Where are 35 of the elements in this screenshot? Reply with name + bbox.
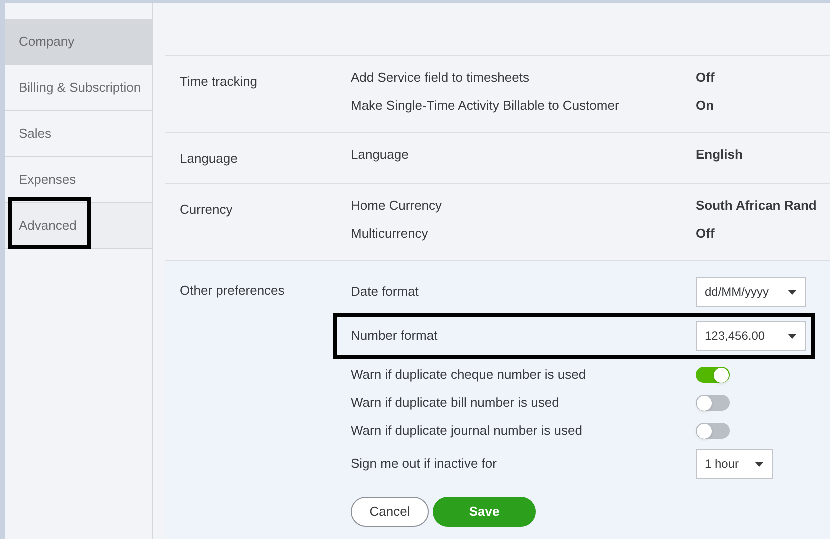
section-title: Other preferences (180, 283, 285, 298)
sidebar-item[interactable]: Billing & Subscription (5, 65, 152, 111)
section-title: Language (180, 151, 238, 166)
setting-label: Number format (351, 328, 438, 343)
setting-label: Language (351, 147, 409, 162)
toggle-switch[interactable] (696, 423, 730, 439)
setting-label: Warn if duplicate journal number is used (351, 423, 582, 438)
toggle-switch[interactable] (696, 367, 730, 383)
save-button[interactable]: Save (433, 497, 536, 527)
sidebar-item[interactable]: Company (5, 19, 152, 65)
setting-label: Warn if duplicate bill number is used (351, 395, 560, 410)
setting-label: Sign me out if inactive for (351, 456, 497, 471)
cancel-button[interactable]: Cancel (351, 497, 429, 527)
setting-label: Make Single-Time Activity Billable to Customer (351, 98, 620, 113)
setting-value: Off (696, 69, 715, 88)
dropdown[interactable]: 1 hour (696, 449, 773, 479)
setting-label: Add Service field to timesheets (351, 70, 530, 85)
caret-icon (788, 334, 797, 338)
setting-label: Multicurrency (351, 226, 428, 241)
setting-label: Warn if duplicate cheque number is used (351, 367, 586, 382)
setting-value: Off (696, 225, 715, 244)
section-title: Time tracking (180, 74, 258, 89)
sidebar-item[interactable]: Advanced (5, 203, 152, 249)
section-title: Currency (180, 202, 233, 217)
toggle-switch[interactable] (696, 395, 730, 411)
setting-label: Home Currency (351, 198, 442, 213)
caret-icon (788, 290, 797, 294)
dropdown[interactable]: 123,456.00 (696, 321, 806, 351)
setting-value: English (696, 146, 743, 164)
sidebar-item[interactable]: Sales (5, 111, 152, 157)
setting-value: On (696, 97, 714, 116)
caret-icon (755, 462, 764, 466)
setting-value: South African Rand (696, 197, 817, 216)
setting-label: Date format (351, 284, 419, 299)
dropdown[interactable]: dd/MM/yyyy (696, 277, 806, 307)
